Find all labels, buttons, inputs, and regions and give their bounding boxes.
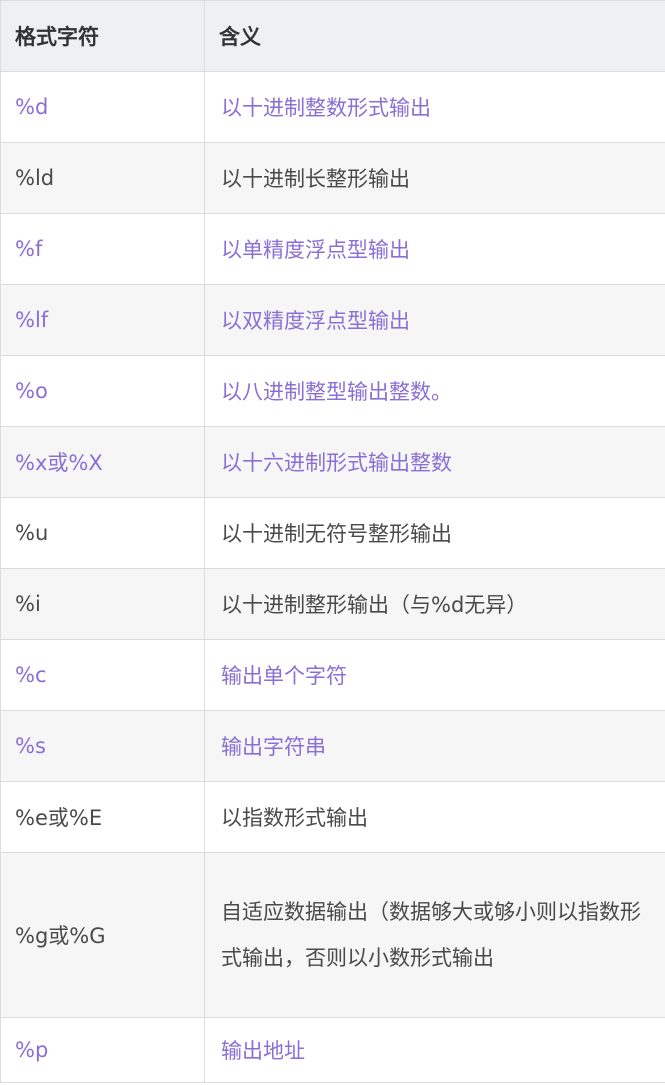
table-row[interactable]: %x或%X 以十六进制形式输出整数 bbox=[0, 426, 665, 498]
format-cell[interactable]: %c bbox=[0, 639, 205, 711]
format-cell[interactable]: %lf bbox=[0, 284, 205, 356]
format-specifier-table: 格式字符 含义 %d 以十进制整数形式输出 %ld 以十进制长整形输出 %f 以… bbox=[0, 0, 665, 1083]
table-row[interactable]: %s 输出字符串 bbox=[0, 710, 665, 782]
format-cell: %i bbox=[0, 568, 205, 640]
table-row: %ld 以十进制长整形输出 bbox=[0, 142, 665, 214]
table-row[interactable]: %c 输出单个字符 bbox=[0, 639, 665, 711]
table-row[interactable]: %o 以八进制整型输出整数。 bbox=[0, 355, 665, 427]
format-cell: %u bbox=[0, 497, 205, 569]
meaning-cell[interactable]: 以八进制整型输出整数。 bbox=[204, 355, 665, 427]
meaning-cell: 以十进制整形输出（与%d无异） bbox=[204, 568, 665, 640]
format-cell: %ld bbox=[0, 142, 205, 214]
meaning-cell: 以十进制无符号整形输出 bbox=[204, 497, 665, 569]
table-row[interactable]: %p 输出地址 bbox=[0, 1017, 665, 1083]
meaning-cell[interactable]: 以十六进制形式输出整数 bbox=[204, 426, 665, 498]
table-row[interactable]: %f 以单精度浮点型输出 bbox=[0, 213, 665, 285]
meaning-cell: 以指数形式输出 bbox=[204, 781, 665, 853]
format-cell[interactable]: %x或%X bbox=[0, 426, 205, 498]
meaning-cell[interactable]: 输出单个字符 bbox=[204, 639, 665, 711]
table-row: %u 以十进制无符号整形输出 bbox=[0, 497, 665, 569]
format-cell[interactable]: %d bbox=[0, 71, 205, 143]
table-row: %i 以十进制整形输出（与%d无异） bbox=[0, 568, 665, 640]
meaning-cell[interactable]: 以双精度浮点型输出 bbox=[204, 284, 665, 356]
format-cell[interactable]: %s bbox=[0, 710, 205, 782]
format-cell[interactable]: %o bbox=[0, 355, 205, 427]
meaning-cell: 以十进制长整形输出 bbox=[204, 142, 665, 214]
header-format-char: 格式字符 bbox=[0, 0, 205, 72]
header-meaning: 含义 bbox=[204, 0, 665, 72]
table-row[interactable]: %lf 以双精度浮点型输出 bbox=[0, 284, 665, 356]
format-cell[interactable]: %p bbox=[0, 1017, 205, 1083]
format-cell[interactable]: %f bbox=[0, 213, 205, 285]
meaning-cell[interactable]: 以十进制整数形式输出 bbox=[204, 71, 665, 143]
table-row: %g或%G 自适应数据输出（数据够大或够小则以指数形式输出，否则以小数形式输出 bbox=[0, 852, 665, 1018]
meaning-cell[interactable]: 以单精度浮点型输出 bbox=[204, 213, 665, 285]
meaning-cell[interactable]: 输出地址 bbox=[204, 1017, 665, 1083]
format-cell: %g或%G bbox=[0, 852, 205, 1018]
table-header-row: 格式字符 含义 bbox=[0, 0, 665, 72]
table-row: %e或%E 以指数形式输出 bbox=[0, 781, 665, 853]
meaning-cell: 自适应数据输出（数据够大或够小则以指数形式输出，否则以小数形式输出 bbox=[204, 852, 665, 1018]
meaning-cell[interactable]: 输出字符串 bbox=[204, 710, 665, 782]
format-cell: %e或%E bbox=[0, 781, 205, 853]
table-row[interactable]: %d 以十进制整数形式输出 bbox=[0, 71, 665, 143]
